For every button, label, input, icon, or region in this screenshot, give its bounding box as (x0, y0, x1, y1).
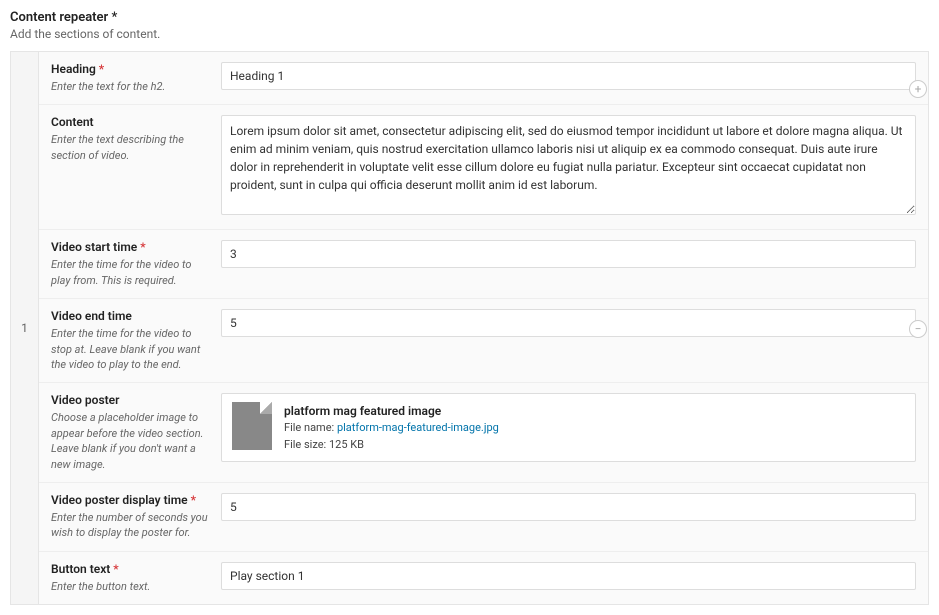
field-button-text: Button text * Enter the button text. (39, 552, 928, 604)
content-label: Content (51, 115, 209, 129)
file-title: platform mag featured image (284, 402, 499, 420)
field-video-end: Video end time Enter the time for the vi… (39, 299, 928, 383)
poster-hint: Choose a placeholder image to appear bef… (51, 410, 209, 472)
poster-label: Video poster (51, 393, 209, 407)
remove-row-button[interactable]: − (909, 320, 927, 338)
video-start-input[interactable] (221, 240, 916, 268)
file-size-label: File size: (284, 438, 326, 451)
button-text-label: Button text (51, 562, 110, 576)
video-end-label: Video end time (51, 309, 209, 323)
file-attachment[interactable]: platform mag featured image File name: p… (221, 393, 916, 462)
add-row-button[interactable]: + (909, 80, 927, 98)
video-end-input[interactable] (221, 309, 916, 337)
repeater-row: + − 1 Heading * Enter the text for the h… (10, 51, 929, 605)
section-desc: Add the sections of content. (10, 27, 929, 41)
video-start-label: Video start time (51, 240, 137, 254)
required-marker: * (140, 240, 145, 254)
video-start-hint: Enter the time for the video to play fro… (51, 257, 209, 288)
field-heading: Heading * Enter the text for the h2. (39, 52, 928, 105)
file-name-label: File name: (284, 421, 334, 434)
poster-time-input[interactable] (221, 493, 916, 521)
required-marker: * (113, 562, 118, 576)
heading-label: Heading (51, 62, 96, 76)
section-required-marker: * (111, 10, 117, 25)
field-content: Content Enter the text describing the se… (39, 105, 928, 230)
heading-input[interactable] (221, 62, 916, 90)
file-icon (232, 402, 272, 450)
button-text-input[interactable] (221, 562, 916, 590)
required-marker: * (99, 62, 104, 76)
file-size-value: 125 KB (329, 438, 364, 451)
field-video-start: Video start time * Enter the time for th… (39, 230, 928, 299)
heading-hint: Enter the text for the h2. (51, 79, 209, 94)
required-marker: * (191, 493, 196, 507)
content-hint: Enter the text describing the section of… (51, 132, 209, 163)
button-text-hint: Enter the button text. (51, 579, 209, 594)
content-textarea[interactable]: Lorem ipsum dolor sit amet, consectetur … (221, 115, 916, 215)
row-index: 1 (11, 52, 39, 604)
file-name-link[interactable]: platform-mag-featured-image.jpg (337, 421, 499, 434)
video-end-hint: Enter the time for the video to stop at.… (51, 326, 209, 372)
poster-time-hint: Enter the number of seconds you wish to … (51, 510, 209, 541)
field-video-poster: Video poster Choose a placeholder image … (39, 383, 928, 483)
field-poster-time: Video poster display time * Enter the nu… (39, 483, 928, 552)
section-title: Content repeater * (10, 10, 117, 25)
poster-time-label: Video poster display time (51, 493, 188, 507)
